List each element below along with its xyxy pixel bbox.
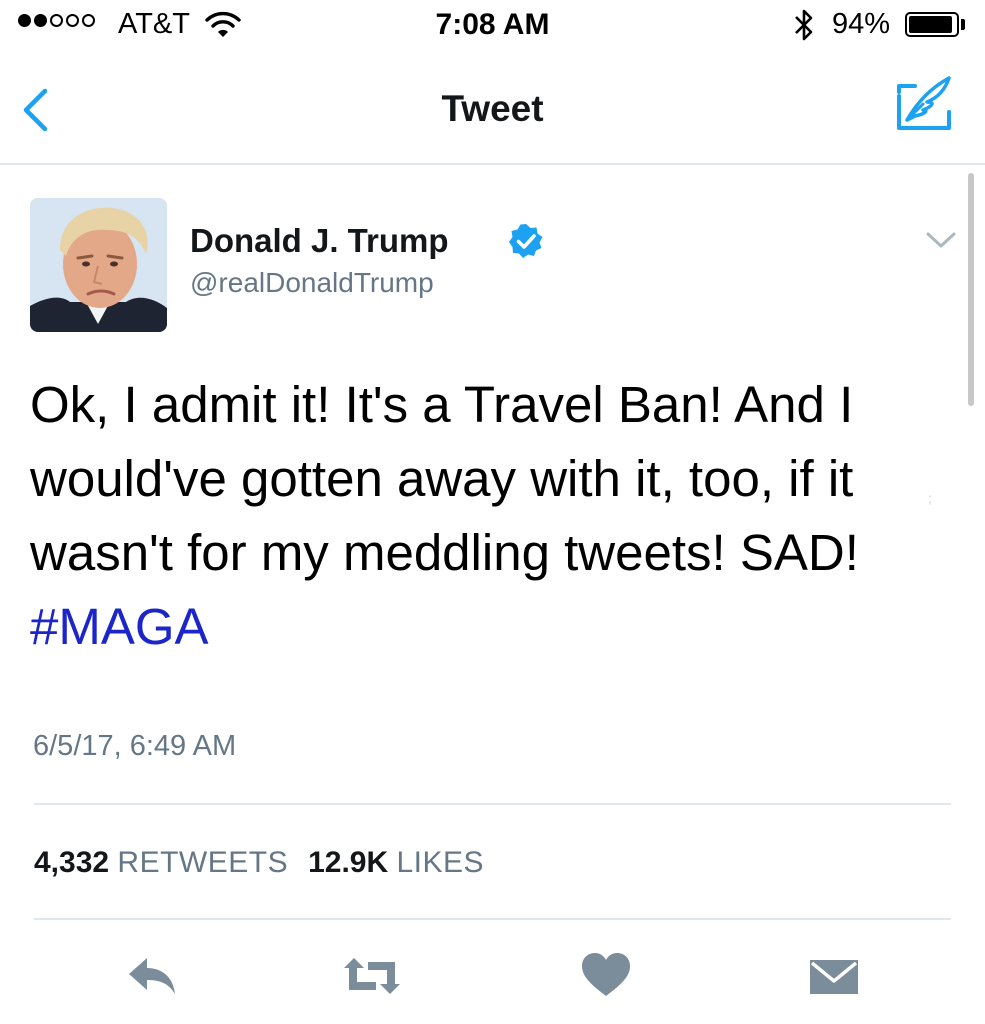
bluetooth-icon: [793, 8, 815, 47]
scrollbar[interactable]: [968, 173, 974, 406]
tweet-options-button[interactable]: [922, 228, 960, 252]
author-name[interactable]: Donald J. Trump: [190, 222, 449, 260]
battery-icon: [905, 12, 959, 37]
chevron-down-icon: [926, 232, 956, 248]
profile-photo: [30, 198, 167, 332]
verified-badge-icon: [508, 223, 544, 259]
tweet-stats: 4,332 RETWEETS 12.9K LIKES: [34, 846, 484, 880]
battery-fill: [909, 16, 953, 33]
reply-button[interactable]: [125, 952, 181, 1000]
likes-label: LIKES: [396, 846, 485, 879]
avatar[interactable]: [30, 198, 167, 332]
retweets-stat[interactable]: 4,332 RETWEETS: [34, 846, 288, 879]
retweets-label: RETWEETS: [117, 846, 289, 879]
hashtag-link[interactable]: #MAGA: [30, 598, 209, 655]
likes-count: 12.9K: [308, 846, 389, 879]
nav-bar: Tweet: [0, 52, 985, 165]
tweet-text: Ok, I admit it! It's a Travel Ban! And I…: [30, 368, 960, 664]
author-handle[interactable]: @realDonaldTrump: [190, 267, 434, 299]
reply-icon: [129, 958, 175, 994]
retweet-button[interactable]: [342, 952, 400, 1000]
compose-icon: [897, 76, 951, 130]
message-button[interactable]: [807, 952, 863, 1000]
heart-icon: [582, 953, 630, 996]
tweet-timestamp: 6/5/17, 6:49 AM: [33, 730, 237, 762]
tweet-body: Ok, I admit it! It's a Travel Ban! And I…: [30, 376, 859, 581]
status-bar: AT&T 7:08 AM 94%: [0, 0, 985, 52]
compose-button[interactable]: [893, 76, 957, 138]
divider: [34, 803, 951, 805]
likes-stat[interactable]: 12.9K LIKES: [308, 846, 484, 879]
battery-percentage: 94%: [832, 8, 891, 40]
divider: [34, 918, 951, 920]
battery-tip: [961, 19, 965, 30]
envelope-icon: [810, 960, 858, 994]
like-button[interactable]: [580, 952, 636, 1000]
retweet-icon: [344, 958, 400, 994]
page-title: Tweet: [441, 88, 544, 129]
retweets-count: 4,332: [34, 846, 110, 879]
